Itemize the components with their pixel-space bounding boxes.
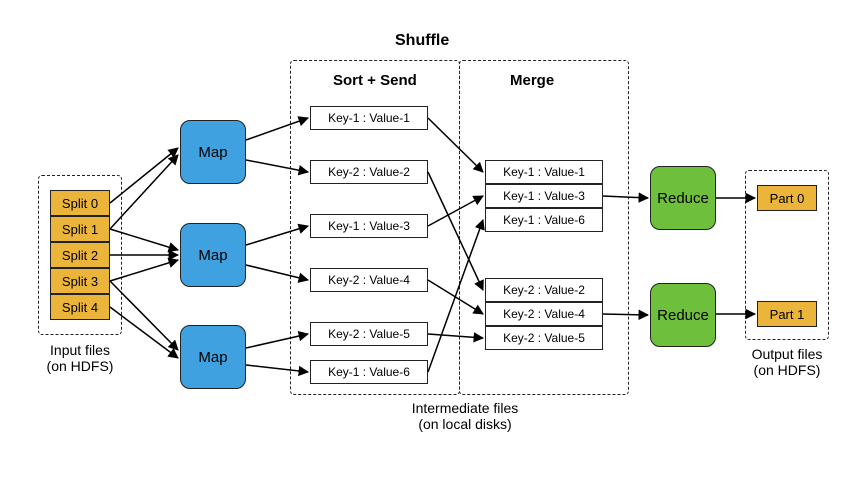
reduce-node: Reduce: [650, 283, 716, 347]
kv-box: Key-1 : Value-6: [485, 208, 603, 232]
caption-line: (on HDFS): [754, 362, 821, 378]
caption-line: (on HDFS): [47, 358, 114, 374]
kv-box: Key-2 : Value-2: [310, 160, 428, 184]
intermediate-caption: Intermediate files (on local disks): [400, 400, 530, 432]
kv-box: Key-1 : Value-1: [485, 160, 603, 184]
reduce-node: Reduce: [650, 166, 716, 230]
caption-line: Output files: [752, 346, 823, 362]
input-files-caption: Input files (on HDFS): [40, 342, 120, 374]
split-row: Split 4: [50, 294, 110, 320]
split-row: Split 3: [50, 268, 110, 294]
part-row: Part 0: [757, 185, 817, 211]
caption-line: Intermediate files: [412, 400, 519, 416]
split-row: Split 0: [50, 190, 110, 216]
output-files-caption: Output files (on HDFS): [747, 346, 827, 378]
kv-box: Key-1 : Value-1: [310, 106, 428, 130]
part-row: Part 1: [757, 301, 817, 327]
split-row: Split 2: [50, 242, 110, 268]
shuffle-title: Shuffle: [395, 32, 449, 50]
map-node: Map: [180, 120, 246, 184]
kv-box: Key-2 : Value-5: [310, 322, 428, 346]
split-row: Split 1: [50, 216, 110, 242]
kv-box: Key-2 : Value-2: [485, 278, 603, 302]
map-node: Map: [180, 223, 246, 287]
kv-box: Key-2 : Value-4: [485, 302, 603, 326]
kv-box: Key-1 : Value-3: [485, 184, 603, 208]
map-node: Map: [180, 325, 246, 389]
kv-box: Key-2 : Value-5: [485, 326, 603, 350]
caption-line: (on local disks): [418, 416, 511, 432]
kv-box: Key-1 : Value-6: [310, 360, 428, 384]
kv-box: Key-1 : Value-3: [310, 214, 428, 238]
kv-box: Key-2 : Value-4: [310, 268, 428, 292]
caption-line: Input files: [50, 342, 110, 358]
